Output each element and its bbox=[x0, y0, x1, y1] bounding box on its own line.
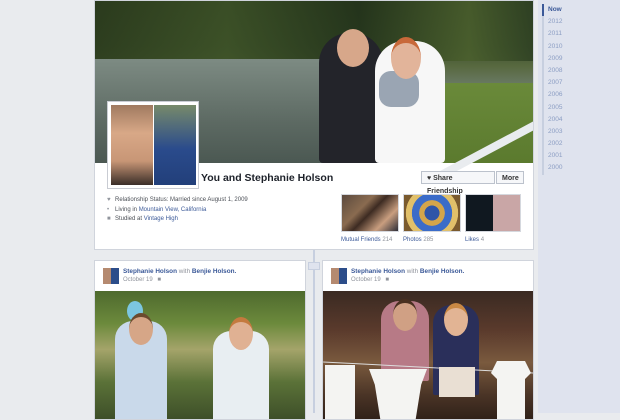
year-list: Now 2012 2011 2010 2009 2008 2007 2006 2… bbox=[542, 4, 562, 175]
year-item-2004[interactable]: 2004 bbox=[542, 113, 562, 126]
photo-garment bbox=[369, 369, 427, 419]
mutual-friends-caption[interactable]: Mutual Friends 214 bbox=[341, 237, 392, 243]
story-header: Stephanie Holson with Benjie Holson. bbox=[351, 268, 465, 275]
story-timestamp-link[interactable]: October 19 bbox=[123, 277, 153, 283]
photos-tile[interactable] bbox=[403, 194, 461, 232]
year-item-2001[interactable]: 2001 bbox=[542, 150, 562, 163]
friends-icon[interactable]: ■ bbox=[385, 277, 389, 283]
story-author-link[interactable]: Stephanie Holson bbox=[123, 268, 177, 275]
cover-person-man bbox=[319, 29, 383, 163]
school-icon: ■ bbox=[107, 216, 111, 222]
story-timestamp-link[interactable]: October 19 bbox=[351, 277, 381, 283]
year-item-2008[interactable]: 2008 bbox=[542, 64, 562, 78]
photo-garment bbox=[439, 367, 475, 397]
photos-count: 285 bbox=[423, 237, 434, 243]
profile-info: You and Stephanie Holson ♥ Share Friends… bbox=[95, 163, 533, 249]
heart-icon: ♥ bbox=[107, 197, 111, 203]
year-item-2000[interactable]: 2000 bbox=[542, 162, 562, 175]
year-item-2012[interactable]: 2012 bbox=[542, 16, 562, 29]
mutual-friends-tile[interactable] bbox=[341, 194, 399, 232]
school-link[interactable]: Vintage High bbox=[144, 216, 178, 222]
story-date: October 19 ■ bbox=[351, 277, 389, 283]
more-button[interactable]: More bbox=[496, 171, 524, 184]
year-item-2006[interactable]: 2006 bbox=[542, 89, 562, 102]
photos-caption[interactable]: Photos 285 bbox=[403, 237, 433, 243]
cover-person-woman bbox=[375, 37, 445, 163]
year-item-2002[interactable]: 2002 bbox=[542, 138, 562, 151]
story-photo[interactable] bbox=[323, 291, 533, 419]
relationship-status: ♥ Relationship Status: Married since Augu… bbox=[107, 196, 248, 206]
story-photo[interactable] bbox=[95, 291, 305, 419]
story-card: Stephanie Holson with Benjie Holson. Oct… bbox=[94, 260, 306, 420]
story-date: October 19 ■ bbox=[123, 277, 161, 283]
timeline-connector-marker bbox=[308, 262, 320, 270]
about-section: ♥ Relationship Status: Married since Augu… bbox=[107, 196, 248, 225]
photo-garment bbox=[325, 365, 355, 419]
mutual-friends-count: 214 bbox=[382, 237, 393, 243]
year-item-2005[interactable]: 2005 bbox=[542, 101, 562, 114]
likes-tile[interactable] bbox=[465, 194, 521, 232]
photo-person-man bbox=[115, 313, 167, 419]
timeline-scrubber: Now 2012 2011 2010 2009 2008 2007 2006 2… bbox=[538, 0, 620, 413]
year-item-2010[interactable]: 2010 bbox=[542, 40, 562, 53]
heart-icon: ♥ bbox=[427, 175, 432, 182]
likes-caption[interactable]: Likes 4 bbox=[465, 237, 484, 243]
year-item-2007[interactable]: 2007 bbox=[542, 77, 562, 90]
story-tagged-link[interactable]: Benjie Holson. bbox=[192, 268, 236, 275]
story-header: Stephanie Holson with Benjie Holson. bbox=[123, 268, 237, 275]
timeline-connector bbox=[313, 250, 315, 413]
story-card: Stephanie Holson with Benjie Holson. Oct… bbox=[322, 260, 534, 420]
photo-person-woman bbox=[213, 317, 269, 419]
story-author-link[interactable]: Stephanie Holson bbox=[351, 268, 405, 275]
year-item-2009[interactable]: 2009 bbox=[542, 52, 562, 65]
year-item-2011[interactable]: 2011 bbox=[542, 28, 562, 41]
living-place-link[interactable]: Mountain View, California bbox=[139, 207, 207, 213]
year-item-now[interactable]: Now bbox=[542, 4, 562, 17]
location-icon: • bbox=[107, 206, 110, 213]
living-in: • Living in Mountain View, California bbox=[107, 206, 248, 216]
story-tagged-link[interactable]: Benjie Holson. bbox=[420, 268, 464, 275]
friendship-profile-card: You and Stephanie Holson ♥ Share Friends… bbox=[94, 0, 534, 250]
share-friendship-button[interactable]: ♥ Share Friendship bbox=[421, 171, 495, 195]
likes-count: 4 bbox=[480, 237, 485, 243]
friends-icon[interactable]: ■ bbox=[157, 277, 161, 283]
year-item-2003[interactable]: 2003 bbox=[542, 125, 562, 139]
avatar[interactable] bbox=[103, 268, 119, 284]
studied-at: ■ Studied at Vintage High bbox=[107, 215, 248, 225]
photo-garment bbox=[491, 361, 531, 419]
avatar[interactable] bbox=[331, 268, 347, 284]
share-friendship-label: Share Friendship bbox=[427, 175, 463, 195]
cover-trees bbox=[95, 1, 533, 61]
page-title: You and Stephanie Holson bbox=[201, 172, 334, 184]
